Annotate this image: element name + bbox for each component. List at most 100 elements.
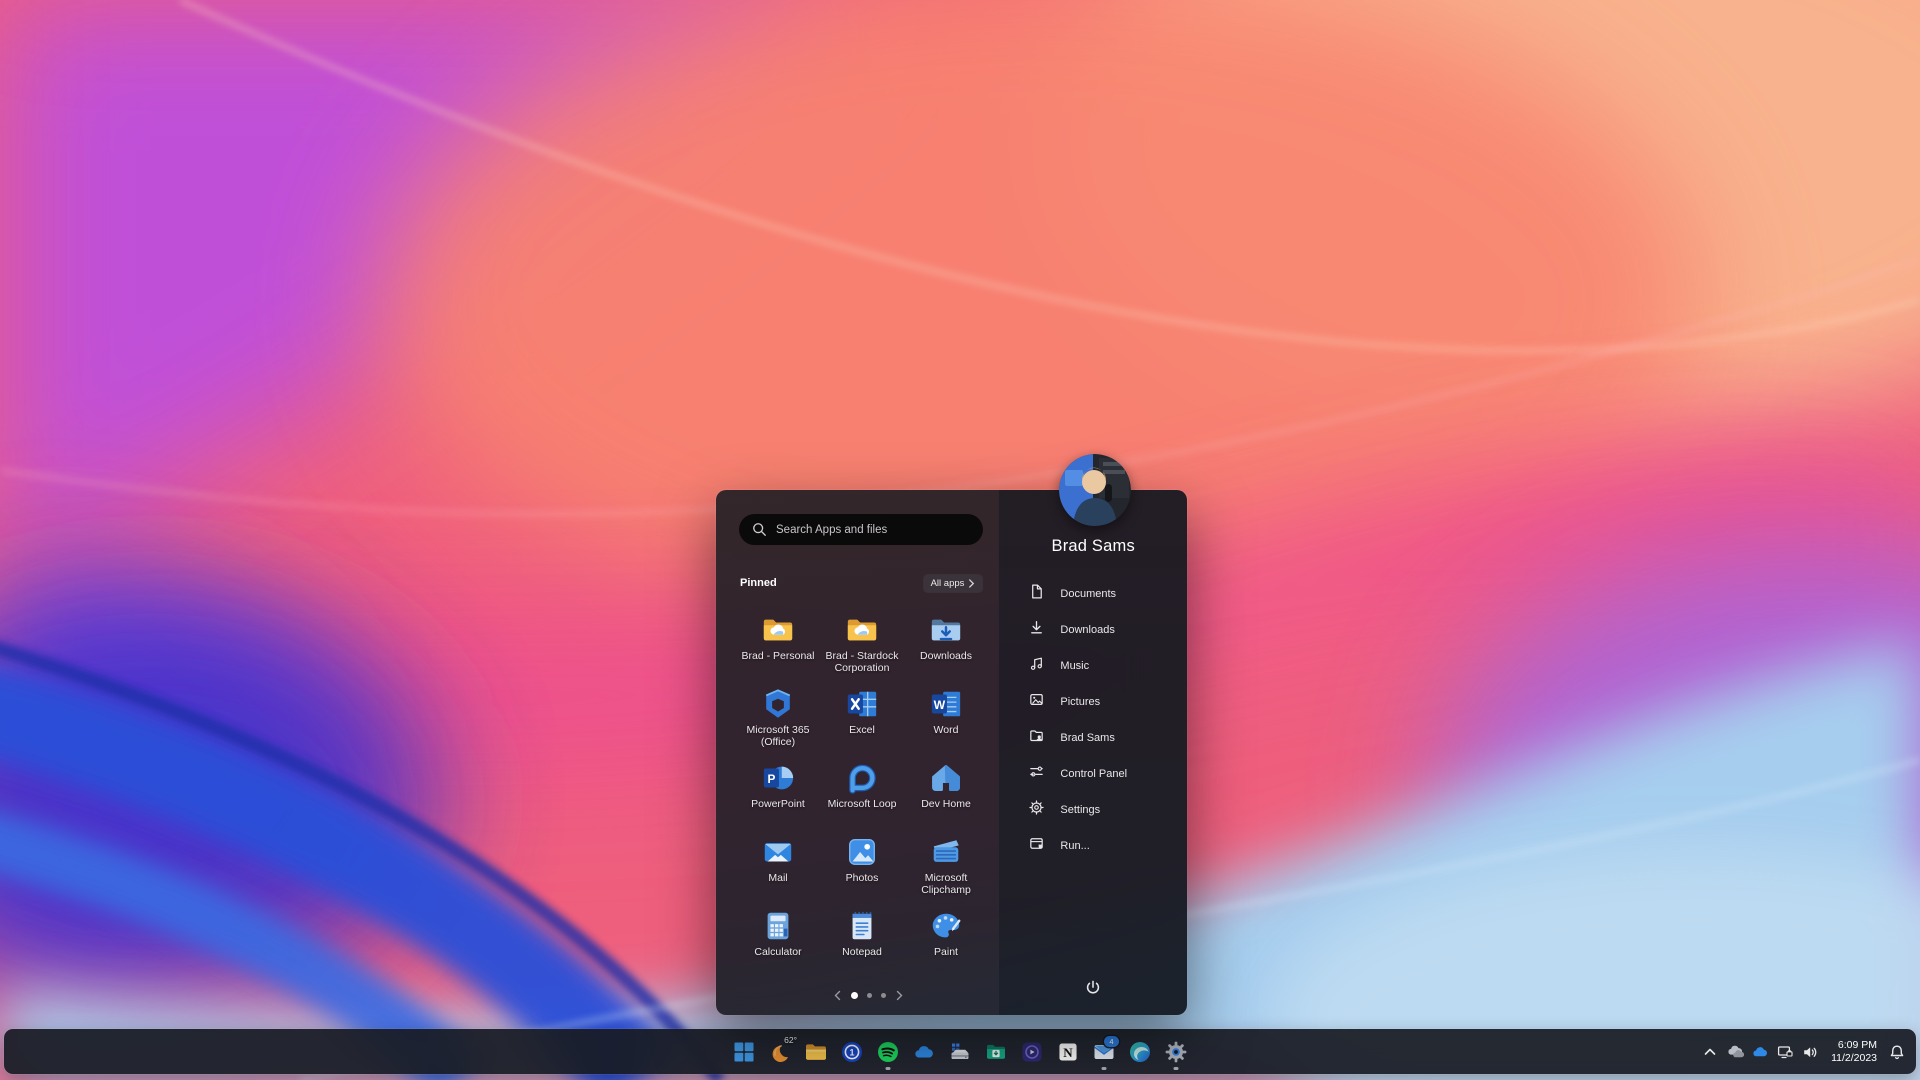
taskbar-file-explorer-button[interactable]	[802, 1032, 830, 1072]
app-tile-paint[interactable]: Paint	[904, 909, 988, 983]
start-menu: Pinned All apps Brad - Personal Brad - St…	[716, 454, 1187, 1015]
app-tile-notepad[interactable]: Notepad	[820, 909, 904, 983]
app-tile-label: Photos	[845, 872, 879, 884]
app-tile-powerpoint[interactable]: P PowerPoint	[736, 761, 820, 835]
running-indicator	[1101, 1066, 1107, 1070]
downloads-folder-blue-icon	[929, 613, 963, 647]
user-shortcut-label: Control Panel	[1060, 768, 1128, 780]
user-avatar[interactable]	[1059, 454, 1131, 526]
user-shortcut-documents[interactable]: Documents	[999, 576, 1187, 612]
app-tile-label: Dev Home	[921, 798, 971, 810]
app-tile-label: Calculator	[754, 946, 802, 958]
user-shortcut-run[interactable]: Run...	[999, 828, 1187, 864]
devhome-icon	[929, 761, 963, 795]
paint-icon	[929, 909, 963, 943]
onepassword-icon: 1	[840, 1040, 864, 1064]
taskbar-edge-button[interactable]	[1126, 1032, 1154, 1072]
loop-icon	[845, 761, 879, 795]
app-tile-microsoft-loop[interactable]: Microsoft Loop	[820, 761, 904, 835]
all-apps-button[interactable]: All apps	[923, 574, 983, 592]
taskbar-notion-button[interactable]: N	[1054, 1032, 1082, 1072]
notifications-button[interactable]	[1887, 1032, 1906, 1072]
document-icon	[1028, 583, 1045, 605]
taskbar-settings-button[interactable]	[1162, 1032, 1190, 1072]
user-shortcut-list: Documents Downloads Music Pictures Brad Sams…	[999, 576, 1187, 864]
page-next-button[interactable]	[895, 990, 904, 1001]
tray-network-button[interactable]	[1775, 1032, 1794, 1072]
taskbar-start-button[interactable]	[730, 1032, 758, 1072]
start-search-box[interactable]	[739, 514, 983, 545]
app-tile-label: Microsoft Loop	[827, 798, 897, 810]
power-button[interactable]	[1078, 973, 1108, 1003]
app-tile-brad-personal[interactable]: Brad - Personal	[736, 613, 820, 687]
weather-temperature: 62°	[784, 1034, 797, 1045]
user-shortcut-settings[interactable]: Settings	[999, 792, 1187, 828]
svg-text:W: W	[934, 698, 946, 712]
running-indicator	[885, 1066, 891, 1070]
video-app-icon	[1020, 1040, 1044, 1064]
app-tile-dev-home[interactable]: Dev Home	[904, 761, 988, 835]
app-tile-label: Brad - Personal	[741, 650, 815, 662]
taskbar-mail-button[interactable]: 4	[1090, 1032, 1119, 1072]
user-shortcut-music[interactable]: Music	[999, 648, 1187, 684]
app-tile-mail[interactable]: Mail	[736, 835, 820, 909]
app-tile-brad-stardock-corporation[interactable]: Brad - Stardock Corporation	[820, 613, 904, 687]
edge-icon	[1128, 1040, 1152, 1064]
powerpoint-icon: P	[761, 761, 795, 795]
taskbar-widgets-weather-button[interactable]: 62°	[766, 1032, 797, 1072]
speaker-icon	[1801, 1043, 1819, 1061]
start-menu-user-section: Brad Sams Documents Downloads Music Picture…	[998, 490, 1187, 1015]
app-tile-excel[interactable]: Excel	[820, 687, 904, 761]
system-tray: 6:09 PM 11/2/2023	[1700, 1029, 1906, 1074]
photos-icon	[845, 835, 879, 869]
app-tile-label: Downloads	[920, 650, 972, 662]
run-window-icon	[1028, 835, 1045, 857]
user-folder-icon	[1028, 727, 1045, 749]
downloads-folder-teal-icon	[984, 1040, 1008, 1064]
hidden-icons-button[interactable]	[1700, 1032, 1719, 1072]
page-dot-2[interactable]	[866, 993, 872, 998]
user-shortcut-downloads[interactable]: Downloads	[999, 612, 1187, 648]
tray-cloud-status-button[interactable]	[1725, 1032, 1744, 1072]
clock-time: 6:09 PM	[1837, 1038, 1877, 1051]
app-tile-calculator[interactable]: Calculator	[736, 909, 820, 983]
external-drive-icon	[948, 1040, 972, 1064]
sliders-icon	[1028, 763, 1045, 785]
tray-onedrive-tray-button[interactable]	[1750, 1032, 1769, 1072]
app-tile-photos[interactable]: Photos	[820, 835, 904, 909]
taskbar-spotify-button[interactable]	[874, 1032, 902, 1072]
app-tile-microsoft-clipchamp[interactable]: Microsoft Clipchamp	[904, 835, 988, 909]
tray-volume-button[interactable]	[1800, 1032, 1819, 1072]
running-indicator	[1173, 1066, 1179, 1070]
app-tile-word[interactable]: W Word	[904, 687, 988, 761]
taskbar-1password-button[interactable]: 1	[838, 1032, 866, 1072]
user-shortcut-control-panel[interactable]: Control Panel	[999, 756, 1187, 792]
start-icon	[732, 1040, 756, 1064]
unread-count-badge: 4	[1104, 1035, 1119, 1047]
app-tile-label: Notepad	[842, 946, 882, 958]
taskbar-external-drive-button[interactable]	[946, 1032, 974, 1072]
app-tile-microsoft-365-office[interactable]: Microsoft 365 (Office)	[736, 687, 820, 761]
music-note-icon	[1028, 655, 1045, 677]
user-shortcut-pictures[interactable]: Pictures	[999, 684, 1187, 720]
page-dot-3[interactable]	[880, 993, 886, 998]
excel-icon	[845, 687, 879, 721]
page-prev-button[interactable]	[833, 990, 842, 1001]
user-shortcut-label: Settings	[1060, 804, 1101, 816]
pinned-app-grid: Brad - Personal Brad - Stardock Corporati…	[736, 613, 988, 983]
user-shortcut-label: Music	[1060, 660, 1090, 672]
user-shortcut-brad-sams[interactable]: Brad Sams	[999, 720, 1187, 756]
app-tile-downloads[interactable]: Downloads	[904, 613, 988, 687]
chevron-right-icon	[969, 578, 975, 588]
svg-text:N: N	[1063, 1045, 1073, 1060]
notepad-icon	[845, 909, 879, 943]
taskbar-video-app-button[interactable]	[1018, 1032, 1046, 1072]
onedrive-cloud-small-icon	[1751, 1043, 1769, 1061]
word-icon: W	[929, 687, 963, 721]
taskbar: 62° 1 N 4 6:09 PM 11/2/2023	[4, 1029, 1916, 1074]
taskbar-downloads-folder-button[interactable]	[982, 1032, 1010, 1072]
taskbar-onedrive-button[interactable]	[910, 1032, 938, 1072]
page-dot-1[interactable]	[850, 992, 858, 999]
search-input[interactable]	[776, 523, 983, 536]
taskbar-clock[interactable]: 6:09 PM 11/2/2023	[1831, 1039, 1877, 1065]
